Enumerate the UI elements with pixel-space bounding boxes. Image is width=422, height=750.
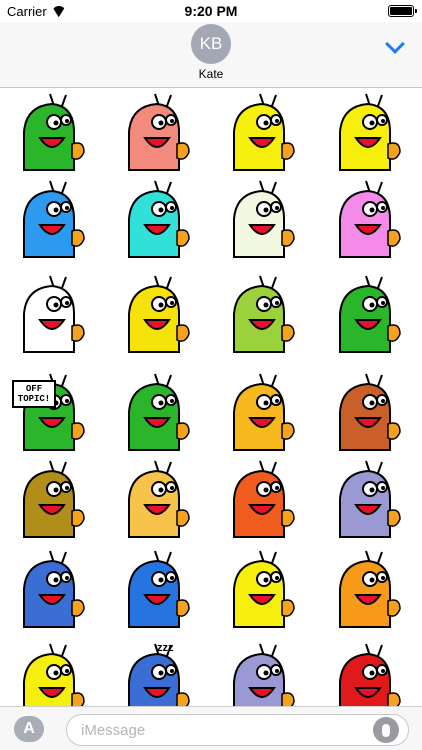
sleep-zzz: zzz bbox=[157, 642, 174, 654]
sticker-orange-brick-wall[interactable] bbox=[220, 459, 300, 539]
sticker-orange-halo-shock[interactable] bbox=[220, 372, 300, 452]
sticker-orange-hands-face[interactable] bbox=[115, 459, 195, 539]
clock: 9:20 PM bbox=[184, 3, 238, 19]
message-input-bar: A iMessage bbox=[0, 706, 422, 750]
sticker-white-sparkle[interactable] bbox=[220, 179, 300, 259]
sticker-yellow-shocked[interactable] bbox=[10, 642, 90, 706]
sticker-lavender-smile[interactable] bbox=[220, 642, 300, 706]
sticker-blue-sleepy[interactable]: zzz bbox=[115, 642, 195, 706]
conversation-header: KB Kate bbox=[0, 22, 422, 88]
sticker-white-red-nose[interactable] bbox=[10, 274, 90, 354]
sticker-green-laugh[interactable] bbox=[115, 372, 195, 452]
chevron-down-icon[interactable] bbox=[385, 34, 405, 54]
contact-avatar[interactable]: KB bbox=[191, 24, 231, 64]
app-store-icon[interactable]: A bbox=[14, 716, 44, 742]
sticker-brown-angry[interactable] bbox=[326, 372, 406, 452]
sticker-yellow-annoyed[interactable] bbox=[115, 274, 195, 354]
off-topic-sign: OFF TOPIC! bbox=[12, 380, 56, 408]
sticker-cyan-facepalm[interactable] bbox=[115, 179, 195, 259]
sticker-lavender-lying[interactable] bbox=[326, 459, 406, 539]
sticker-pink-surprised[interactable] bbox=[326, 179, 406, 259]
sticker-grid: OFF TOPIC! zzz bbox=[0, 89, 422, 706]
sticker-blue-glow-smile[interactable] bbox=[10, 179, 90, 259]
message-input[interactable]: iMessage bbox=[66, 714, 409, 746]
sticker-green-waving[interactable] bbox=[326, 274, 406, 354]
sticker-blue-sad[interactable] bbox=[115, 549, 195, 629]
sticker-lime-sick[interactable] bbox=[220, 274, 300, 354]
sticker-orange-grumpy[interactable] bbox=[326, 549, 406, 629]
sticker-red-angry[interactable] bbox=[326, 642, 406, 706]
status-bar: Carrier 9:20 PM bbox=[0, 0, 422, 22]
sticker-blue-worried[interactable] bbox=[10, 549, 90, 629]
sticker-green-off-topic-sign[interactable]: OFF TOPIC! bbox=[10, 372, 90, 452]
microphone-icon[interactable] bbox=[373, 717, 399, 743]
sticker-pink-shifty[interactable] bbox=[115, 92, 195, 172]
sticker-green-puzzled[interactable] bbox=[10, 92, 90, 172]
sticker-yellow-heart-eyes[interactable] bbox=[220, 549, 300, 629]
sticker-yellow-sunglasses[interactable] bbox=[220, 92, 300, 172]
battery-icon bbox=[388, 5, 417, 17]
sticker-olive-confused[interactable] bbox=[10, 459, 90, 539]
sticker-yellow-cheers-pair[interactable] bbox=[326, 92, 406, 172]
contact-name[interactable]: Kate bbox=[0, 67, 422, 81]
